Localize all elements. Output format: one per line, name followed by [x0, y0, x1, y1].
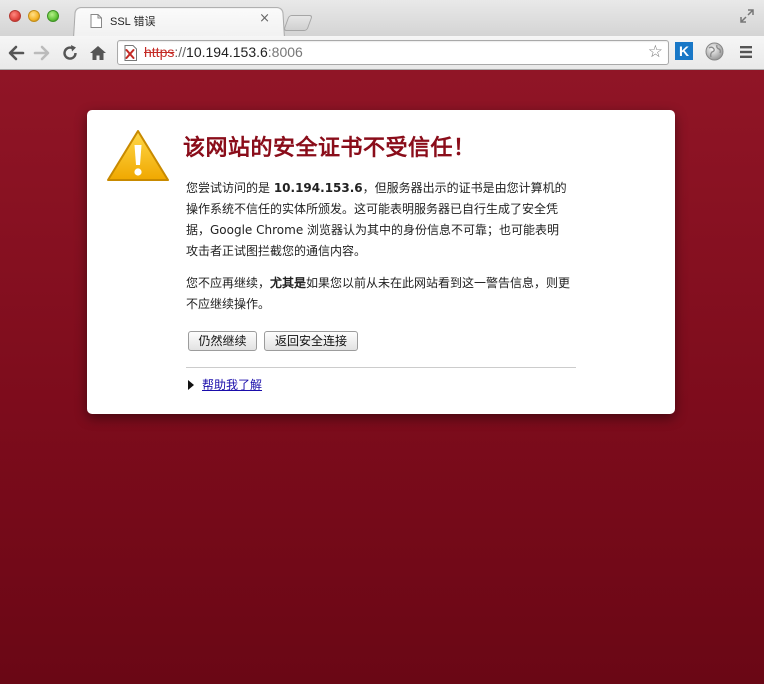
url-scheme: https [144, 44, 175, 60]
page-content: 该网站的安全证书不受信任！ 您尝试访问的是 10.194.153.6，但服务器出… [0, 70, 764, 684]
new-tab-button[interactable] [283, 15, 313, 31]
proceed-anyway-button[interactable]: 仍然继续 [188, 331, 257, 351]
warning-advice: 您不应再继续，尤其是如果您以前从未在此网站看到这一警告信息，则更不应继续操作。 [186, 273, 571, 315]
extension-k-icon[interactable]: K [675, 42, 693, 60]
reload-icon[interactable] [60, 43, 80, 63]
menu-icon[interactable] [738, 44, 754, 64]
url-host: 10.194.153.6 [186, 44, 268, 60]
browser-toolbar: https://10.194.153.6:8006 ☆ K [0, 36, 764, 70]
minimize-window-button[interactable] [28, 10, 40, 22]
back-icon[interactable] [6, 43, 26, 63]
tab-close-icon[interactable]: × [259, 11, 270, 26]
url-port: :8006 [267, 44, 303, 60]
tab-title: SSL 错误 [110, 16, 156, 28]
warning-icon [105, 128, 171, 188]
help-me-understand-link[interactable]: 帮助我了解 [202, 376, 262, 393]
advice-prefix: 您不应再继续， [186, 276, 271, 290]
ssl-warning-card: 该网站的安全证书不受信任！ 您尝试访问的是 10.194.153.6，但服务器出… [87, 110, 675, 414]
insecure-lock-icon[interactable] [123, 45, 139, 65]
description-host: 10.194.153.6 [273, 181, 363, 195]
forward-icon[interactable] [32, 43, 52, 63]
zoom-window-button[interactable] [47, 10, 59, 22]
advice-emphasis: 尤其是 [270, 276, 307, 290]
bookmark-star-icon[interactable]: ☆ [648, 43, 663, 61]
close-window-button[interactable] [9, 10, 21, 22]
url-text: https://10.194.153.6:8006 [144, 44, 303, 60]
globe-icon[interactable] [705, 42, 724, 65]
browser-tab-content[interactable]: SSL 错误 × [84, 8, 276, 34]
divider [186, 367, 576, 368]
warning-description: 您尝试访问的是 10.194.153.6，但服务器出示的证书是由您计算机的操作系… [186, 178, 571, 262]
home-icon[interactable] [88, 43, 108, 63]
address-bar[interactable]: https://10.194.153.6:8006 ☆ [117, 40, 669, 65]
fullscreen-icon[interactable] [740, 8, 754, 27]
url-separator: :// [174, 44, 187, 60]
page-icon [90, 13, 102, 32]
expand-arrow-icon[interactable] [188, 380, 194, 390]
page-title: 该网站的安全证书不受信任！ [183, 136, 476, 161]
description-prefix: 您尝试访问的是 [186, 181, 274, 195]
window-titlebar: SSL 错误 × [0, 0, 764, 38]
back-to-safety-button[interactable]: 返回安全连接 [264, 331, 358, 351]
